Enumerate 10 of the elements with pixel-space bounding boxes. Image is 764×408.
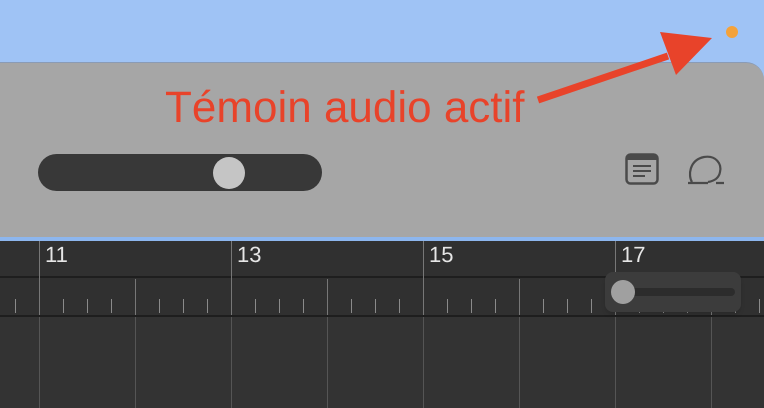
slider-thumb[interactable]	[611, 280, 635, 304]
bar-number: 17	[621, 243, 646, 267]
bar-number: 13	[237, 243, 262, 267]
notepad-icon[interactable]	[625, 153, 659, 185]
bar-number: 15	[429, 243, 454, 267]
bar-number: 11	[45, 243, 68, 267]
volume-slider[interactable]	[38, 154, 322, 191]
slider-thumb[interactable]	[212, 156, 245, 188]
annotation-label: Témoin audio actif	[165, 84, 525, 132]
zoom-slider[interactable]	[611, 280, 735, 304]
